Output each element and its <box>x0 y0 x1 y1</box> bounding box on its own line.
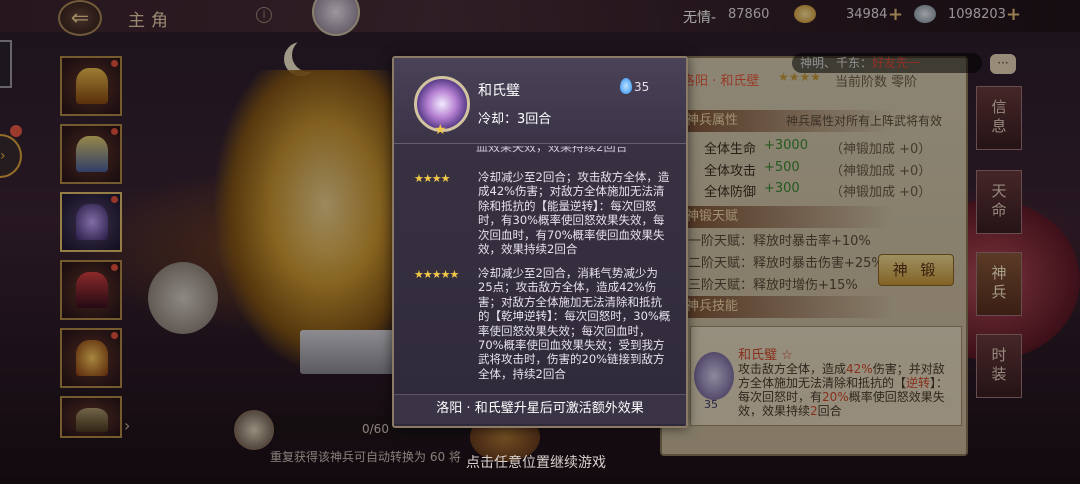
tier-stars: ★★★★ <box>414 172 450 185</box>
popup-footer: 洛阳 · 和氏璧升星后可激活额外效果 <box>394 394 686 424</box>
popup-skill-name: 和氏璧 <box>478 83 520 99</box>
popup-cooldown: 冷却：3回合 <box>478 112 552 127</box>
tier-stars: ★★★★★ <box>414 268 459 281</box>
tier-description: 冷却减少至2回合，消耗气势减少为25点；攻击敌方全体，造成42%伤害；对敌方全体… <box>478 266 671 381</box>
star-icon: ★ <box>434 122 447 138</box>
popup-scroll-area[interactable]: 血效果失效，效果持续2回合 ★★★★ 冷却减少至2回合；攻击敌方全体，造成42%… <box>396 146 684 390</box>
energy-drop-icon <box>620 78 632 94</box>
continue-hint: 点击任意位置继续游戏 <box>466 455 606 471</box>
popup-cost: 35 <box>634 80 650 94</box>
truncated-text: 血效果失效，效果持续2回合 <box>476 146 628 154</box>
tier-description: 冷却减少至2回合；攻击敌方全体，造成42%伤害；对敌方全体施加无法清除和抵抗的【… <box>478 170 670 257</box>
